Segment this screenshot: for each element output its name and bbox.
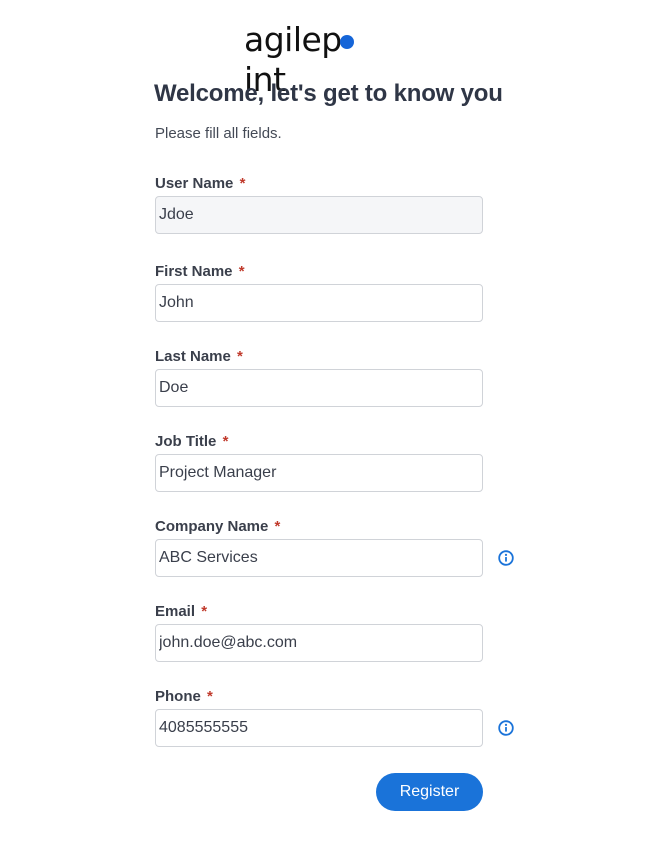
field-phone: Phone * <box>155 687 535 747</box>
info-circle-icon[interactable] <box>498 550 514 566</box>
agilepoint-logo: agilepint <box>244 20 394 99</box>
field-email: Email * <box>155 602 535 662</box>
phone-input[interactable] <box>155 709 483 747</box>
logo-dot-icon <box>340 35 354 49</box>
required-marker: * <box>274 518 281 535</box>
required-marker: * <box>222 433 229 450</box>
user-name-input[interactable] <box>155 196 483 234</box>
job-title-label: Job Title * <box>155 433 229 450</box>
page-subtitle: Please fill all fields. <box>155 125 282 142</box>
required-marker: * <box>237 348 243 365</box>
email-label: Email * <box>155 603 208 620</box>
field-job-title: Job Title * <box>155 432 535 492</box>
page-title: Welcome, let's get to know you <box>154 80 503 107</box>
required-marker: * <box>201 603 208 620</box>
user-name-label: User Name * <box>155 175 246 192</box>
job-title-input[interactable] <box>155 454 483 492</box>
required-marker: * <box>238 263 245 280</box>
logo-text-part-1: agilep <box>244 20 342 59</box>
field-user-name: User Name * <box>155 174 535 234</box>
register-button[interactable]: Register <box>376 773 483 811</box>
required-marker: * <box>239 175 246 192</box>
company-name-input[interactable] <box>155 539 483 577</box>
field-company-name: Company Name * <box>155 517 535 577</box>
last-name-input[interactable] <box>155 369 483 407</box>
first-name-label: First Name * <box>155 263 245 280</box>
phone-label: Phone * <box>155 688 213 705</box>
email-input[interactable] <box>155 624 483 662</box>
field-first-name: First Name * <box>155 262 535 322</box>
first-name-input[interactable] <box>155 284 483 322</box>
field-last-name: Last Name * <box>155 347 535 407</box>
company-name-label: Company Name * <box>155 518 281 535</box>
info-circle-icon[interactable] <box>498 720 514 736</box>
required-marker: * <box>207 688 213 705</box>
last-name-label: Last Name * <box>155 348 243 365</box>
